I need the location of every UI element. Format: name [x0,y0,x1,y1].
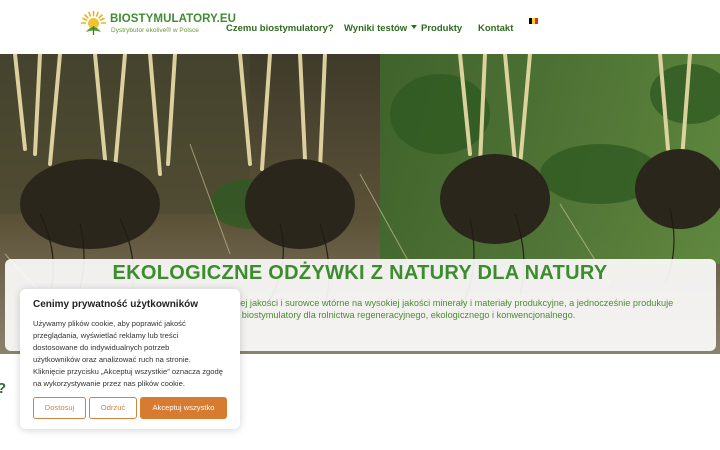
nav-item-kontakt[interactable]: Kontakt [478,22,513,36]
flag-stripe [535,18,538,24]
chevron-down-icon [411,25,418,30]
customize-cookies-button[interactable]: Dostosuj [33,397,86,419]
hero-description-line: ne biostymulatory dla rolnictwa regenera… [229,310,576,320]
nav-item-czemu-biostymulatory[interactable]: Czemu biostymulatory? [226,22,334,36]
cookie-message-line: Używamy plików cookie, aby poprawić jako… [33,319,186,328]
reject-cookies-button[interactable]: Odrzuć [89,397,137,419]
cookie-message-line: dostosowane do indywidualnych potrzeb [33,343,170,352]
cookie-message: Używamy plików cookie, aby poprawić jako… [33,318,233,390]
nav-item-wyniki-testow[interactable]: Wyniki testów [344,22,418,36]
page: BIOSTYMULATORY.EU Dystrybutor ekolive® w… [0,0,720,450]
cookie-message-line: przeglądania, wyświetlać reklamy lub tre… [33,331,179,340]
main-nav: Czemu biostymulatory? Wyniki testów Prod… [0,22,720,36]
cookie-message-line: na wykorzystywanie przez nas plików cook… [33,379,185,388]
cookie-consent-dialog: Cenimy prywatność użytkowników Używamy p… [20,289,240,429]
language-flag-icon[interactable] [529,18,538,24]
hero-description-line: skiej jakości i surowce wtórne na wysoki… [229,298,674,308]
nav-item-wyniki-testow-label: Wyniki testów [344,23,408,34]
partial-section-heading: ? [0,380,6,397]
hero-title: EKOLOGICZNE ODŻYWKI Z NATURY DLA NATURY [112,262,608,284]
accept-all-cookies-button[interactable]: Akceptuj wszystko [140,397,227,419]
cookie-message-line: użytkowników oraz analizować ruch na str… [33,355,191,364]
nav-item-produkty[interactable]: Produkty [421,22,462,36]
cookie-message-line: Kliknięcie przycisku „Akceptuj wszystkie… [33,367,223,376]
site-header: BIOSTYMULATORY.EU Dystrybutor ekolive® w… [0,0,720,54]
hero-description: skiej jakości i surowce wtórne na wysoki… [229,297,689,321]
cookie-title: Cenimy prywatność użytkowników [33,299,199,310]
